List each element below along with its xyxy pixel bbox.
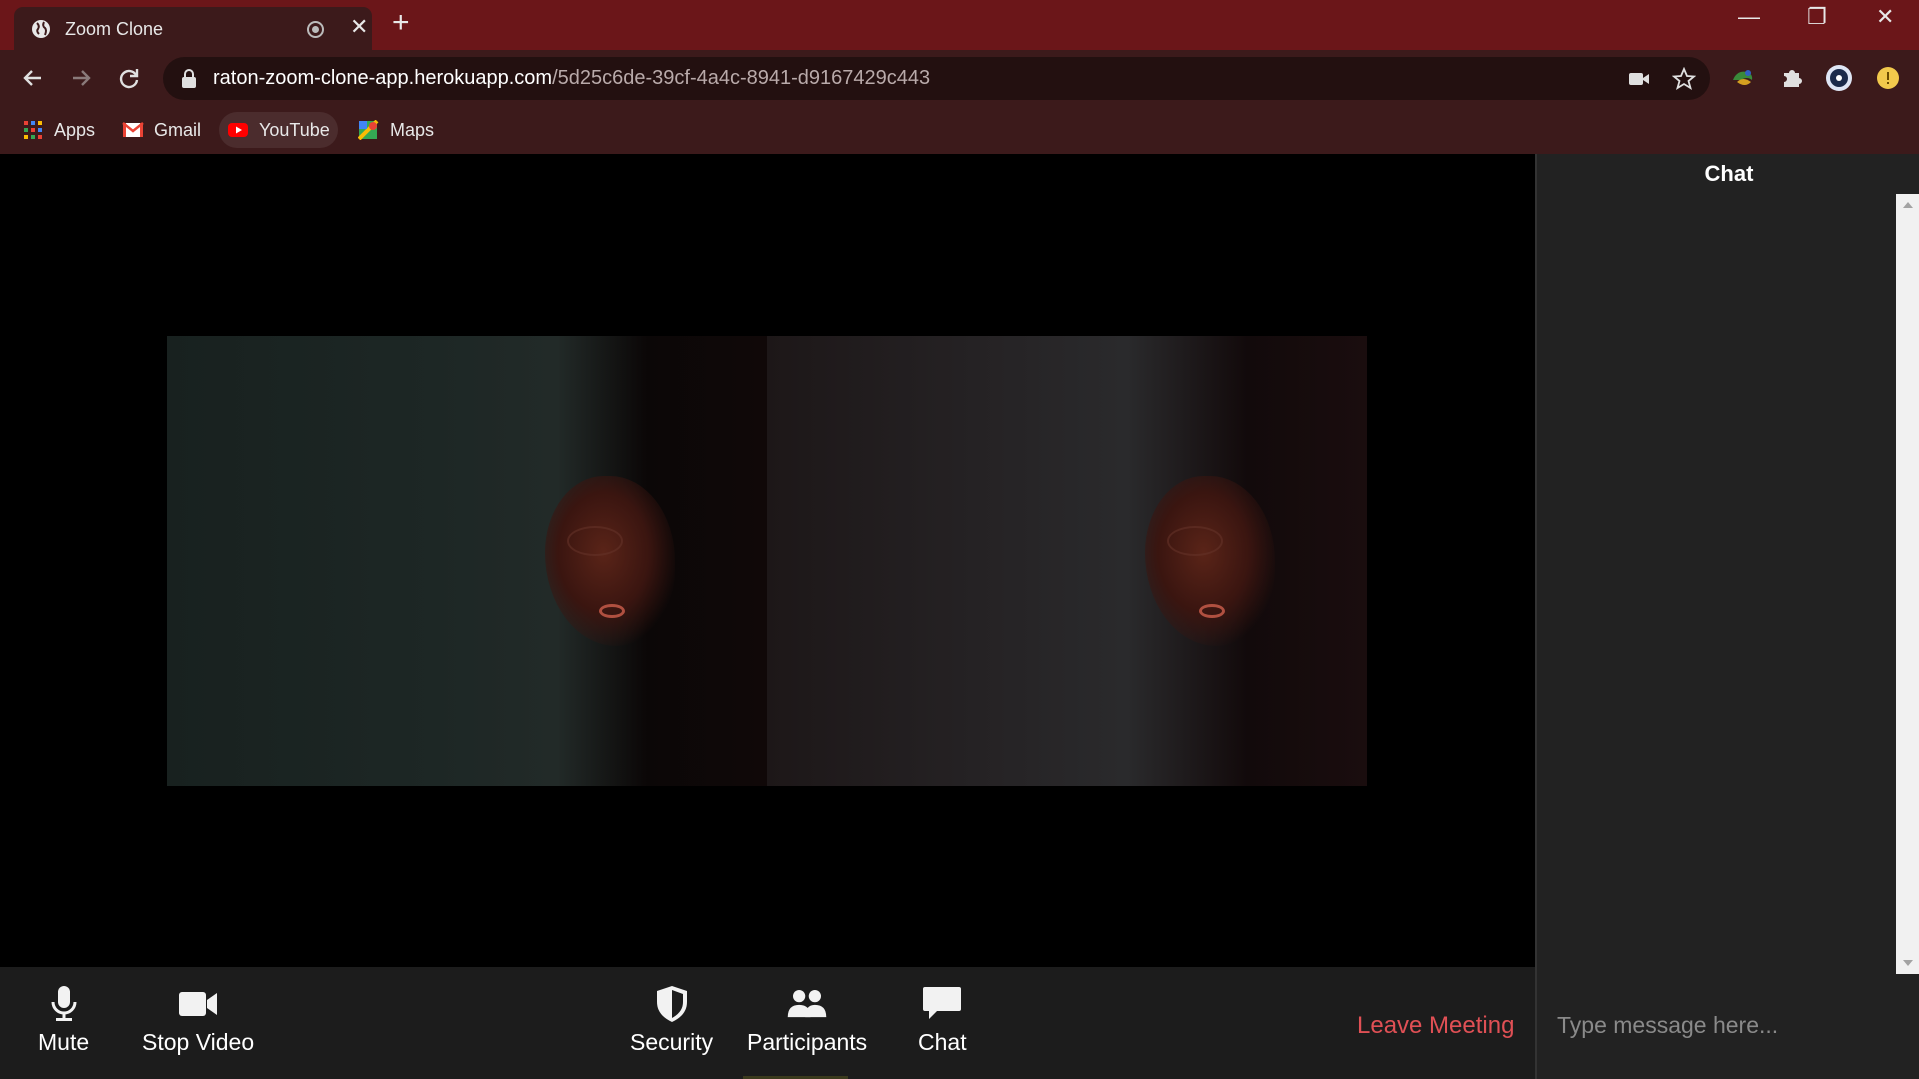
bookmark-gmail[interactable]: Gmail — [114, 112, 209, 148]
meeting-controls-bar: Mute Stop Video Security Participants Ch… — [0, 967, 1535, 1079]
bookmark-maps[interactable]: Maps — [350, 112, 442, 148]
stop-video-button[interactable]: Stop Video — [142, 985, 254, 1056]
chat-header: Chat — [1704, 161, 1754, 186]
globe-icon — [32, 20, 50, 38]
mute-button[interactable]: Mute — [38, 985, 89, 1056]
close-tab-icon[interactable]: ✕ — [350, 16, 368, 38]
video-camera-icon — [179, 992, 218, 1016]
youtube-icon — [228, 123, 248, 137]
maps-icon — [358, 120, 379, 140]
bookmark-star-icon[interactable] — [1672, 67, 1696, 91]
extension-colorful-icon[interactable] — [1729, 64, 1757, 92]
chat-panel: Chat — [1535, 154, 1919, 1079]
security-button[interactable]: Security — [630, 985, 713, 1056]
lock-icon — [182, 69, 196, 88]
bookmarks-bar: Apps Gmail YouTube Maps — [0, 106, 1919, 154]
address-bar[interactable]: raton-zoom-clone-app.herokuapp.com/5d25c… — [163, 57, 1710, 100]
participants-label: Participants — [747, 1029, 868, 1055]
reload-icon[interactable] — [115, 64, 143, 92]
chat-messages-list — [1537, 194, 1919, 974]
bookmark-label: YouTube — [259, 119, 330, 140]
bookmark-apps[interactable]: Apps — [14, 112, 103, 148]
browser-tab[interactable]: Zoom Clone ✕ — [14, 7, 372, 50]
update-alert-icon[interactable] — [1874, 64, 1902, 92]
tab-title: Zoom Clone — [65, 19, 164, 39]
participant-mouth — [599, 604, 625, 618]
bookmark-youtube[interactable]: YouTube — [219, 112, 338, 148]
scroll-up-icon[interactable] — [1903, 202, 1913, 208]
scroll-down-icon[interactable] — [1903, 960, 1913, 966]
mute-label: Mute — [38, 1029, 90, 1055]
chat-label: Chat — [918, 1029, 967, 1055]
close-window-icon[interactable]: ✕ — [1876, 6, 1894, 28]
bookmark-label: Apps — [54, 119, 96, 140]
browser-toolbar: raton-zoom-clone-app.herokuapp.com/5d25c… — [0, 50, 1919, 106]
participant-glasses — [1167, 526, 1223, 556]
apps-grid-icon — [24, 121, 42, 139]
profile-avatar-icon[interactable] — [1825, 64, 1853, 92]
participant-glasses — [567, 526, 623, 556]
shield-icon — [656, 986, 687, 1022]
restore-icon[interactable]: ❐ — [1807, 6, 1827, 28]
bookmark-label: Gmail — [154, 119, 202, 140]
participant-mouth — [1199, 604, 1225, 618]
video-tile-local — [167, 336, 767, 786]
participant-face — [1145, 476, 1275, 646]
participants-button[interactable]: Participants — [747, 985, 867, 1056]
browser-titlebar: Zoom Clone ✕ + — ❐ ✕ — [0, 0, 1919, 50]
url-text: raton-zoom-clone-app.herokuapp.com/5d25c… — [213, 67, 931, 89]
gmail-icon — [122, 122, 144, 137]
back-icon[interactable] — [19, 64, 47, 92]
new-tab-button[interactable]: + — [392, 8, 410, 38]
participants-icon — [787, 990, 827, 1018]
minimize-icon[interactable]: — — [1738, 6, 1760, 28]
forward-icon[interactable] — [67, 64, 95, 92]
bookmark-label: Maps — [390, 119, 435, 140]
chat-button[interactable]: Chat — [918, 985, 967, 1056]
extensions-puzzle-icon[interactable] — [1778, 64, 1806, 92]
leave-meeting-button[interactable]: Leave Meeting — [1357, 1012, 1514, 1040]
security-label: Security — [630, 1029, 714, 1055]
chat-bubble-icon — [923, 987, 962, 1019]
chat-message-input[interactable] — [1539, 1000, 1909, 1050]
microphone-icon — [51, 986, 77, 1021]
video-tile-remote — [767, 336, 1367, 786]
video-stage — [0, 154, 1535, 967]
camera-in-use-icon[interactable] — [1628, 69, 1650, 89]
stop-video-label: Stop Video — [142, 1029, 255, 1055]
chat-scrollbar[interactable] — [1896, 194, 1919, 974]
participant-face — [545, 476, 675, 646]
recording-indicator-icon — [307, 21, 324, 38]
